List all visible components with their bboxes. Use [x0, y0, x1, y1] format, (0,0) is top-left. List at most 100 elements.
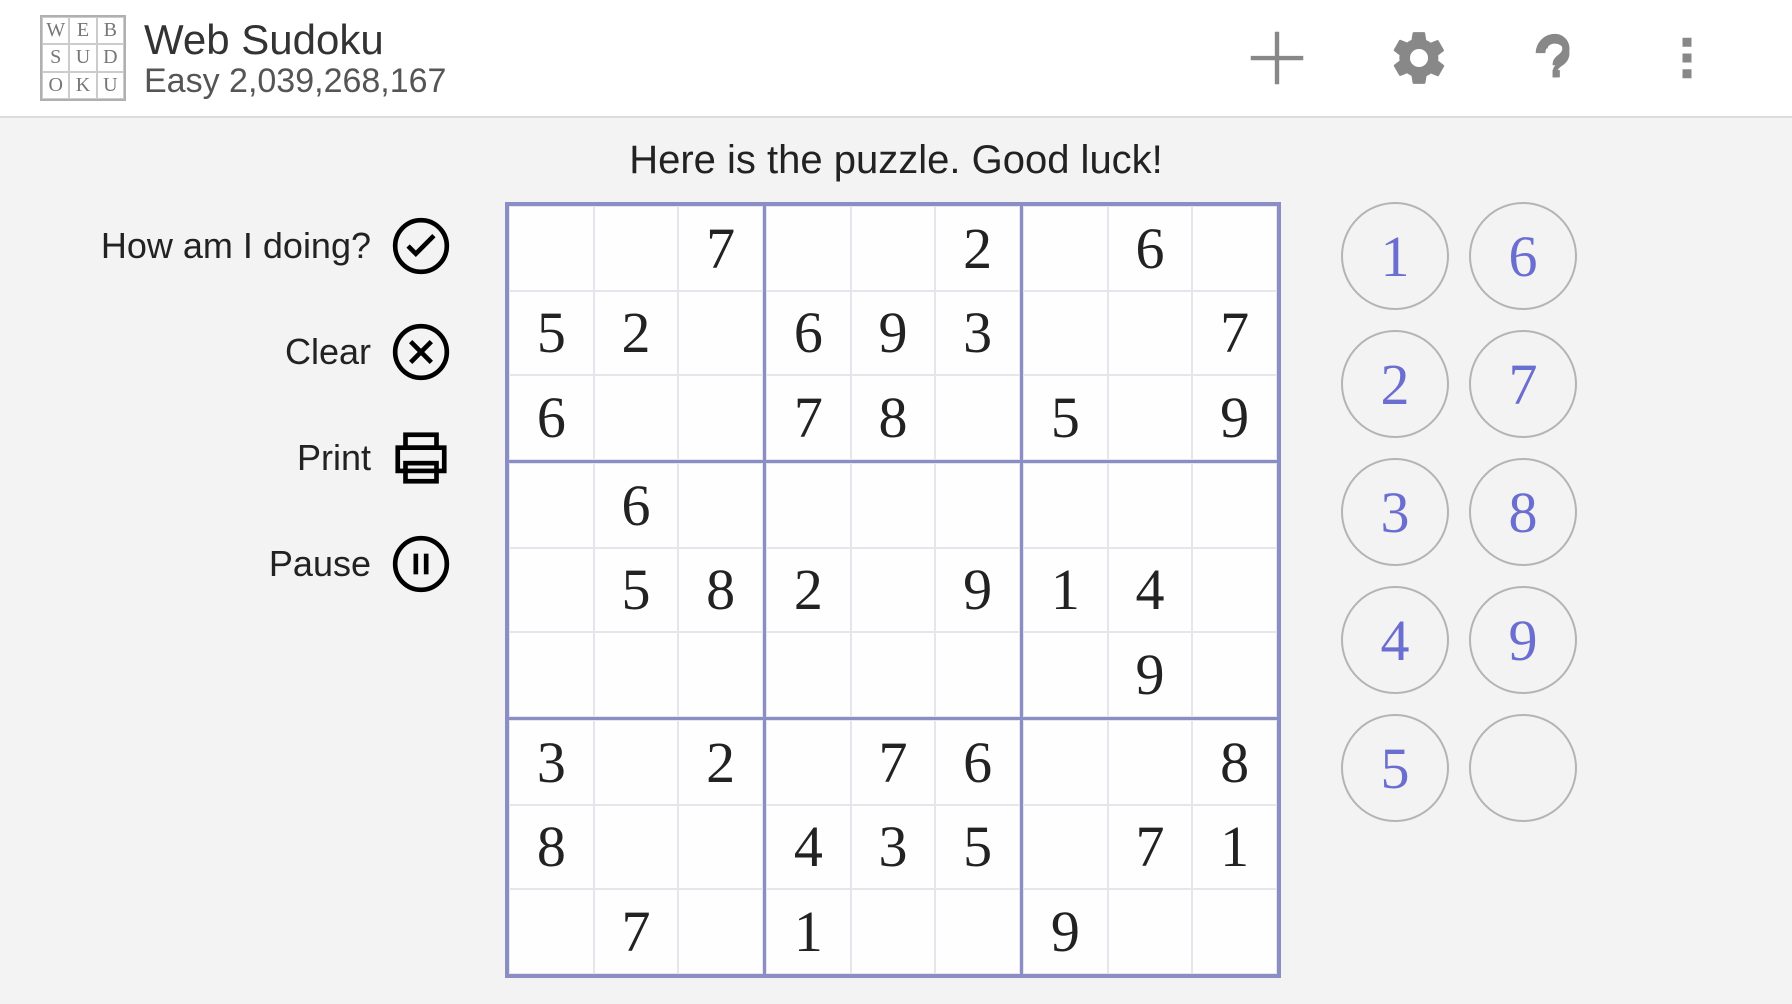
sudoku-cell[interactable]	[678, 291, 763, 376]
sudoku-cell[interactable]	[678, 375, 763, 460]
sudoku-cell[interactable]	[509, 206, 594, 291]
number-button-1[interactable]: 1	[1341, 202, 1449, 310]
sudoku-cell[interactable]: 4	[766, 805, 851, 890]
sudoku-cell[interactable]: 2	[935, 206, 1020, 291]
sudoku-cell[interactable]	[766, 632, 851, 717]
sudoku-cell[interactable]	[509, 889, 594, 974]
sudoku-cell[interactable]: 8	[678, 548, 763, 633]
sudoku-cell[interactable]	[509, 548, 594, 633]
sudoku-cell[interactable]: 6	[766, 291, 851, 376]
sudoku-cell[interactable]	[678, 463, 763, 548]
sudoku-cell[interactable]	[678, 889, 763, 974]
sudoku-cell[interactable]	[1023, 206, 1108, 291]
sudoku-cell[interactable]: 2	[594, 291, 679, 376]
sudoku-cell[interactable]: 5	[509, 291, 594, 376]
sudoku-cell[interactable]: 9	[851, 291, 936, 376]
sudoku-cell[interactable]	[851, 463, 936, 548]
sudoku-cell[interactable]: 5	[594, 548, 679, 633]
print-button[interactable]: Print	[297, 426, 453, 490]
sudoku-cell[interactable]: 5	[1023, 375, 1108, 460]
number-button-2[interactable]: 2	[1341, 330, 1449, 438]
sudoku-cell[interactable]	[851, 889, 936, 974]
sudoku-cell[interactable]: 8	[851, 375, 936, 460]
check-button[interactable]: How am I doing?	[101, 214, 453, 278]
number-button-6[interactable]: 6	[1469, 202, 1577, 310]
sudoku-cell[interactable]	[1023, 632, 1108, 717]
sudoku-cell[interactable]	[1192, 632, 1277, 717]
sudoku-cell[interactable]	[766, 463, 851, 548]
number-button-7[interactable]: 7	[1469, 330, 1577, 438]
plus-icon[interactable]	[1242, 23, 1312, 93]
sudoku-cell[interactable]	[1108, 889, 1193, 974]
sudoku-cell[interactable]	[851, 548, 936, 633]
sudoku-cell[interactable]	[678, 805, 763, 890]
number-button-9[interactable]: 9	[1469, 586, 1577, 694]
sudoku-cell[interactable]: 9	[1192, 375, 1277, 460]
sudoku-cell[interactable]: 9	[1023, 889, 1108, 974]
pause-button[interactable]: Pause	[269, 532, 453, 596]
sudoku-cell[interactable]	[1108, 291, 1193, 376]
sudoku-cell[interactable]	[594, 632, 679, 717]
sudoku-cell[interactable]: 6	[1108, 206, 1193, 291]
sudoku-cell[interactable]	[1023, 291, 1108, 376]
sudoku-cell[interactable]: 7	[678, 206, 763, 291]
sudoku-cell[interactable]: 7	[766, 375, 851, 460]
help-icon[interactable]	[1526, 29, 1584, 87]
sudoku-cell[interactable]	[678, 632, 763, 717]
sudoku-cell[interactable]	[1192, 889, 1277, 974]
sudoku-cell[interactable]	[935, 889, 1020, 974]
sudoku-cell[interactable]: 3	[851, 805, 936, 890]
clear-button[interactable]: Clear	[285, 320, 453, 384]
gear-icon[interactable]	[1388, 27, 1450, 89]
sudoku-cell[interactable]	[851, 206, 936, 291]
sudoku-cell[interactable]	[766, 720, 851, 805]
sudoku-cell[interactable]	[1192, 463, 1277, 548]
sudoku-cell[interactable]	[1192, 548, 1277, 633]
sudoku-cell[interactable]	[1023, 720, 1108, 805]
sudoku-cell[interactable]: 2	[766, 548, 851, 633]
sudoku-cell[interactable]: 7	[1108, 805, 1193, 890]
number-button-8[interactable]: 8	[1469, 458, 1577, 566]
sudoku-grid[interactable]: 752626937867596582914932877643518719	[505, 202, 1281, 978]
sudoku-cell[interactable]	[851, 632, 936, 717]
sudoku-cell[interactable]	[935, 632, 1020, 717]
sudoku-cell[interactable]: 1	[1192, 805, 1277, 890]
sudoku-cell[interactable]	[935, 375, 1020, 460]
sudoku-cell[interactable]: 3	[935, 291, 1020, 376]
number-button-4[interactable]: 4	[1341, 586, 1449, 694]
sudoku-cell[interactable]	[1108, 720, 1193, 805]
sudoku-cell[interactable]	[1023, 463, 1108, 548]
sudoku-cell[interactable]: 7	[851, 720, 936, 805]
sudoku-cell[interactable]: 1	[1023, 548, 1108, 633]
sudoku-cell[interactable]	[509, 632, 594, 717]
sudoku-cell[interactable]	[509, 463, 594, 548]
sudoku-cell[interactable]: 9	[935, 548, 1020, 633]
sudoku-cell[interactable]	[1023, 805, 1108, 890]
sudoku-cell[interactable]: 3	[509, 720, 594, 805]
sudoku-cell[interactable]: 4	[1108, 548, 1193, 633]
sudoku-cell[interactable]: 2	[678, 720, 763, 805]
sudoku-cell[interactable]	[594, 720, 679, 805]
number-button-5[interactable]: 5	[1341, 714, 1449, 822]
sudoku-cell[interactable]	[594, 206, 679, 291]
sudoku-cell[interactable]: 6	[594, 463, 679, 548]
sudoku-cell[interactable]: 6	[509, 375, 594, 460]
sudoku-cell[interactable]: 8	[509, 805, 594, 890]
number-button-empty[interactable]	[1469, 714, 1577, 822]
sudoku-cell[interactable]: 8	[1192, 720, 1277, 805]
sudoku-cell[interactable]	[1192, 206, 1277, 291]
sudoku-cell[interactable]	[1108, 463, 1193, 548]
sudoku-cell[interactable]	[594, 375, 679, 460]
sudoku-cell[interactable]: 7	[1192, 291, 1277, 376]
more-icon[interactable]	[1660, 31, 1714, 85]
sudoku-cell[interactable]	[1108, 375, 1193, 460]
sudoku-cell[interactable]: 5	[935, 805, 1020, 890]
sudoku-cell[interactable]	[766, 206, 851, 291]
sudoku-cell[interactable]: 6	[935, 720, 1020, 805]
sudoku-cell[interactable]: 7	[594, 889, 679, 974]
sudoku-cell[interactable]	[594, 805, 679, 890]
sudoku-cell[interactable]: 9	[1108, 632, 1193, 717]
sudoku-cell[interactable]: 1	[766, 889, 851, 974]
sudoku-cell[interactable]	[935, 463, 1020, 548]
number-button-3[interactable]: 3	[1341, 458, 1449, 566]
